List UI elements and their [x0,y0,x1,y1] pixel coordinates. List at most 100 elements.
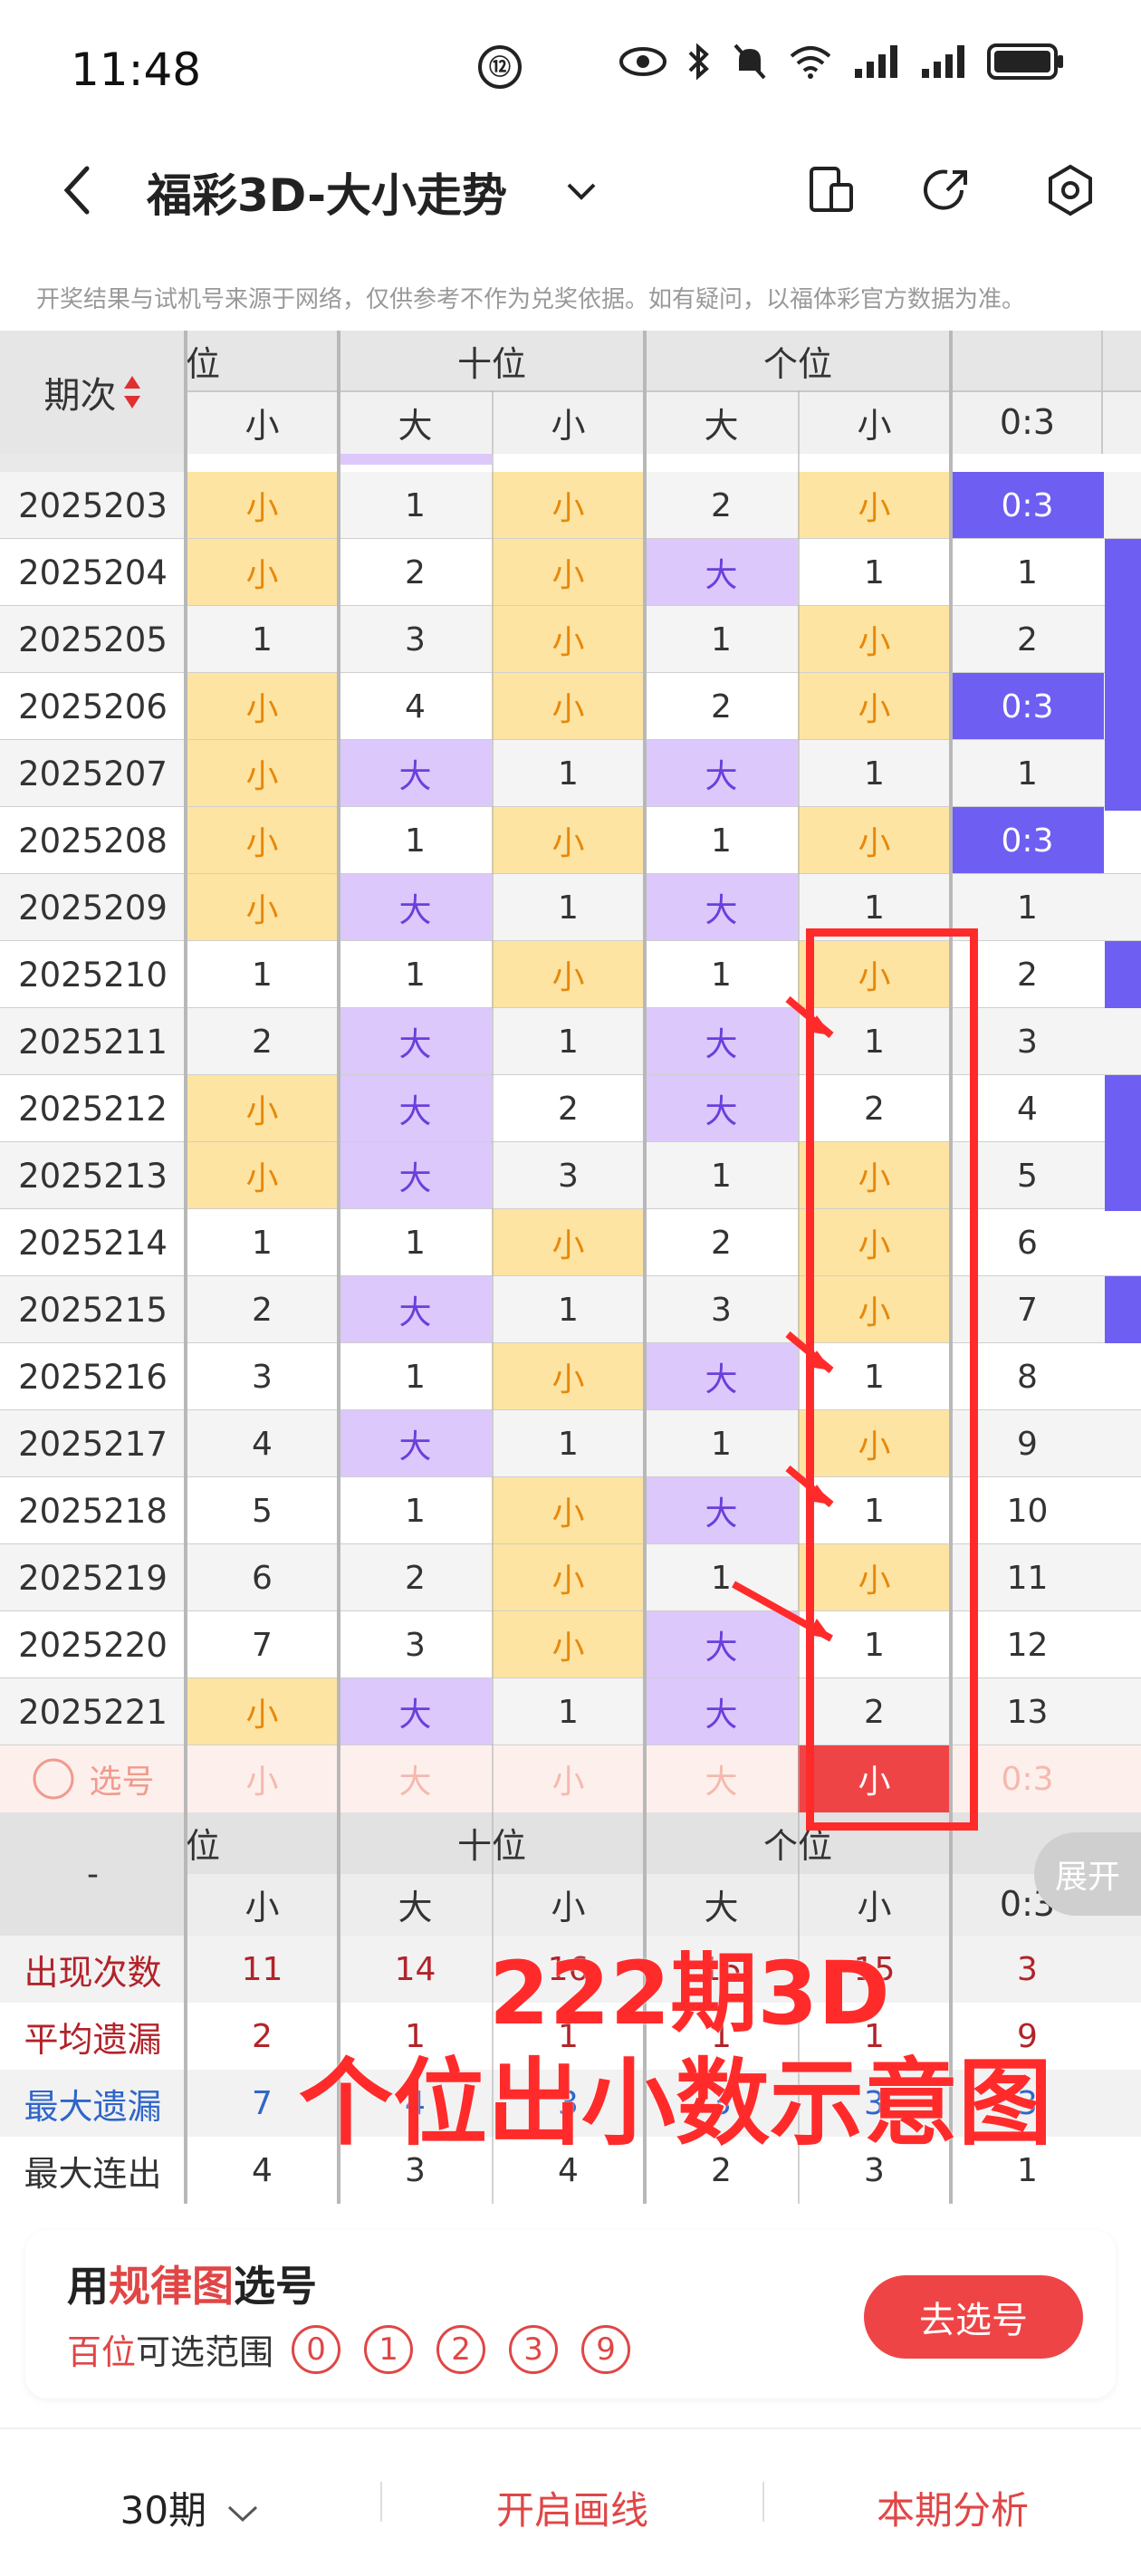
trend-cell: 2 [1017,620,1038,658]
trend-cell: 小 [798,673,951,740]
stats-label: 最大遗漏 [24,2086,162,2127]
trend-cell: 小 [186,472,339,539]
trend-cell: 1 [558,1023,579,1061]
trend-cell: 5 [252,1492,273,1530]
mute-bell-icon [734,43,766,80]
promo-range: 百位 可选范围 01239 [67,2324,654,2374]
column-divider [337,331,340,2204]
period-analysis-button[interactable]: 本期分析 [764,2480,1141,2535]
period-cell: 2025210 [0,941,186,1008]
select-row-label[interactable]: 选号 [0,1745,186,1812]
trend-cell: 2 [711,486,732,524]
period-cell: 2025205 [0,606,186,673]
trend-cell: 0:3 [951,472,1104,539]
select-label: 选号 [89,1764,155,1801]
trend-cell: 1 [252,956,273,994]
trend-cell: 小 [186,1678,339,1745]
right-divider [1101,331,1103,454]
trend-cell: 大 [339,874,492,941]
stats-cell: 11 [241,1950,283,1988]
status-time: 11:48 [71,43,202,96]
trend-cell: 1 [711,1559,732,1597]
trend-cell: 小 [492,1544,645,1611]
trend-cell: 1 [252,1224,273,1262]
trend-cell: 大 [645,1678,798,1745]
chevron-down-icon[interactable] [563,172,599,208]
trend-cell: 1 [864,553,885,591]
ball-option[interactable]: 9 [581,2324,631,2374]
trend-cell: 3 [405,1626,426,1664]
period-cell: 2025217 [0,1410,186,1477]
period-cell: 2025206 [0,673,186,740]
trend-cell: 1 [558,1425,579,1463]
trend-cell: 大 [645,740,798,807]
draw-line-button[interactable]: 开启画线 [382,2480,762,2535]
trend-cell: 6 [252,1559,273,1597]
trend-cell: 小 [492,1477,645,1544]
period-selector[interactable]: 30期 [0,2480,380,2535]
trend-cell: 小 [186,673,339,740]
select-cell[interactable]: 小 [186,1745,339,1812]
signal-icon [855,45,897,78]
trend-cell: 大 [339,740,492,807]
trend-cell: 小 [186,740,339,807]
select-cell[interactable]: 大 [645,1745,798,1812]
share-icon[interactable] [920,163,974,217]
period-cell: 2025204 [0,539,186,606]
trend-cell: 4 [252,1425,273,1463]
period-header[interactable]: 期次 [0,331,186,454]
trend-cell: 大 [645,1611,798,1678]
ball-option[interactable]: 3 [509,2324,559,2374]
group-header-0: 位 [186,343,221,384]
back-icon[interactable] [54,163,105,217]
disclaimer-notice: 开奖结果与试机号来源于网络，仅供参考不作为兑奖依据。如有疑问，以福体彩官方数据为… [36,286,1026,313]
eye-icon [619,47,666,76]
trend-cell: 小 [186,1075,339,1142]
expand-button[interactable]: 展开 [1034,1832,1141,1916]
bluetooth-icon [688,43,709,81]
trend-cell: 小 [492,606,645,673]
period-cell: 2025212 [0,1075,186,1142]
go-select-button[interactable]: 去选号 [864,2275,1083,2359]
ball-option[interactable]: 2 [436,2324,486,2374]
trend-cell: 2 [711,687,732,726]
range-position: 百位 [67,2332,137,2372]
device-switch-icon[interactable] [804,163,858,217]
trend-cell: 2 [252,1291,273,1329]
screen: 11:48 ⑫ 福彩3D-大小走势 开奖结果与试机号来源于网络，仅供参考不作为兑… [0,0,1141,2576]
promo-title: 用规律图选号 [67,2254,317,2313]
column-divider [184,331,187,2204]
trend-cell: 1 [405,486,426,524]
trend-cell: 1 [1017,755,1038,793]
ball-option[interactable]: 1 [364,2324,414,2374]
stats-subheader: 小 [244,1887,280,1927]
settings-icon[interactable] [1043,163,1098,217]
trend-line-stub [1105,1075,1141,1211]
period-cell: 2025220 [0,1611,186,1678]
select-cell[interactable]: 小 [492,1745,645,1812]
select-cell[interactable]: 大 [339,1745,492,1812]
subheader-0: 小 [244,405,280,446]
trend-cell: 大 [645,539,798,606]
trend-cell: 1 [711,1425,732,1463]
period-cell: 2025215 [0,1276,186,1343]
trend-cell: 大 [645,1008,798,1075]
subheader-3: 大 [704,405,739,446]
trend-cell: 3 [558,1157,579,1195]
stats-group-header: 位 [186,1825,221,1866]
trend-table: 期次位十位 个位小大小大小 0:3 2025203 小 1 小 2 小 0:3 2025204 小 2 小… [0,331,1141,2204]
period-cell: 2025214 [0,1209,186,1276]
trend-cell: 1 [405,1492,426,1530]
trend-cell: 7 [252,1626,273,1664]
page-title: 福彩3D-大小走势 [147,169,507,222]
ball-option[interactable]: 0 [292,2324,341,2374]
trend-cell: 3 [405,620,426,658]
trend-cell: 2 [558,1090,579,1128]
period-cell: 2025203 [0,472,186,539]
trend-cell: 大 [645,874,798,941]
stats-label: 出现次数 [24,1952,162,1993]
trend-cell: 1 [711,956,732,994]
subheader-5: 0:3 [999,402,1056,442]
rule-chart-panel: 用规律图选号 百位 可选范围 01239 去选号 [25,2230,1116,2398]
app-header: 福彩3D-大小走势 [0,136,1141,245]
